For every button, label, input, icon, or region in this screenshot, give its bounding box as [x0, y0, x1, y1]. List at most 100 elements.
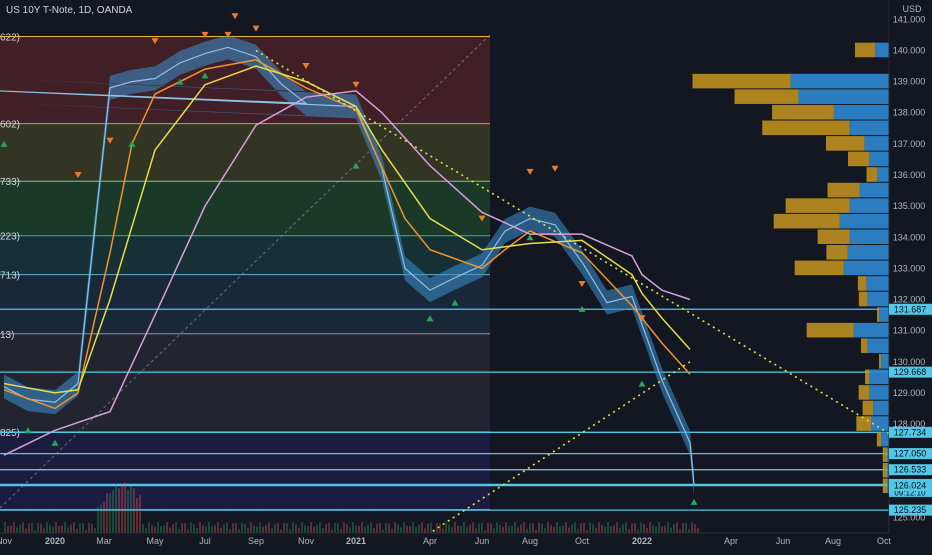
- volume-bar: [106, 492, 108, 533]
- volume-profile-up: [869, 385, 889, 400]
- volume-bar: [331, 529, 333, 533]
- volume-bar: [313, 526, 315, 533]
- volume-bar: [655, 526, 657, 533]
- volume-bar: [46, 522, 48, 533]
- price-tag-label: 127.734: [894, 427, 927, 437]
- price-tag-label: 125.235: [894, 505, 927, 515]
- volume-bar: [661, 526, 663, 533]
- volume-bar: [271, 527, 273, 533]
- fib-zone: [0, 123, 490, 182]
- volume-bar: [394, 522, 396, 533]
- volume-bar: [499, 524, 501, 533]
- volume-bar: [316, 524, 318, 533]
- volume-bar: [10, 525, 12, 533]
- volume-bar: [112, 489, 114, 533]
- volume-bar: [379, 522, 381, 533]
- volume-bar: [694, 524, 696, 533]
- volume-bar: [148, 522, 150, 533]
- volume-profile-up: [873, 400, 889, 416]
- y-tick-label: 133.000: [893, 263, 926, 273]
- chart-svg[interactable]: 622) 602) 733) 223) 713) 13) 825) USD141.000 140…: [0, 0, 932, 550]
- volume-profile-up: [859, 182, 889, 198]
- volume-bar: [250, 522, 252, 533]
- x-tick-label: Aug: [522, 536, 538, 546]
- volume-bar: [652, 525, 654, 533]
- volume-bar: [496, 522, 498, 533]
- volume-bar: [679, 529, 681, 533]
- volume-bar: [277, 522, 279, 533]
- x-tick-label: May: [146, 536, 164, 546]
- volume-bar: [658, 522, 660, 533]
- volume-bar: [22, 522, 24, 533]
- volume-bar: [676, 522, 678, 533]
- volume-bar: [616, 522, 618, 533]
- volume-bar: [16, 527, 18, 533]
- volume-bar: [439, 523, 441, 533]
- volume-bar: [475, 528, 477, 533]
- x-tick-label: Nov: [0, 536, 12, 546]
- x-tick-label: Sep: [248, 536, 264, 546]
- volume-profile-up: [849, 120, 889, 136]
- volume-bar: [553, 526, 555, 533]
- volume-bar: [130, 486, 132, 533]
- volume-bar: [589, 522, 591, 533]
- volume-bar: [538, 522, 540, 533]
- volume-profile-up: [833, 104, 889, 120]
- volume-bar: [400, 527, 402, 533]
- volume-bar: [355, 525, 357, 533]
- fib-label: 713): [0, 271, 20, 282]
- x-tick-label: Jun: [475, 536, 490, 546]
- volume-bar: [193, 524, 195, 533]
- chart-root[interactable]: 622) 602) 733) 223) 713) 13) 825) USD 141.000 140…: [0, 0, 932, 550]
- volume-bar: [520, 524, 522, 533]
- volume-profile-up: [798, 89, 889, 104]
- volume-bar: [646, 527, 648, 533]
- x-tick-label: 2020: [45, 536, 65, 546]
- volume-profile-down: [692, 73, 791, 89]
- volume-bar: [244, 524, 246, 533]
- volume-bar: [451, 527, 453, 533]
- volume-bar: [430, 522, 432, 533]
- volume-profile-up: [879, 307, 889, 322]
- volume-bar: [217, 522, 219, 533]
- volume-bar: [283, 523, 285, 533]
- volume-bar: [643, 523, 645, 533]
- volume-bar: [445, 522, 447, 533]
- x-tick-label: Oct: [575, 536, 590, 546]
- volume-bar: [100, 504, 102, 533]
- volume-bar: [340, 528, 342, 533]
- fib-zone: [0, 181, 490, 236]
- volume-bar: [103, 501, 105, 533]
- fib-label: 825): [0, 428, 20, 439]
- price-tag-label: 126.533: [894, 465, 927, 475]
- volume-bar: [358, 526, 360, 533]
- volume-bar: [460, 525, 462, 533]
- volume-bar: [304, 525, 306, 533]
- volume-bar: [562, 525, 564, 533]
- volume-bar: [289, 529, 291, 533]
- volume-bar: [442, 528, 444, 533]
- volume-bar: [292, 522, 294, 533]
- volume-bar: [7, 525, 9, 533]
- x-tick-label: 2021: [346, 536, 366, 546]
- volume-profile-down: [856, 416, 872, 431]
- volume-bar: [145, 528, 147, 533]
- down-marker: [526, 168, 534, 175]
- volume-bar: [424, 528, 426, 533]
- down-marker: [551, 165, 559, 172]
- x-tick-label: Jun: [776, 536, 791, 546]
- volume-bar: [220, 527, 222, 533]
- x-tick-label: Aug: [825, 536, 841, 546]
- volume-profile-down: [862, 400, 874, 416]
- volume-bar: [502, 526, 504, 533]
- volume-profile-up: [867, 291, 889, 307]
- volume-bar: [328, 522, 330, 533]
- volume-bar: [613, 525, 615, 533]
- volume-bar: [493, 528, 495, 533]
- volume-bar: [97, 507, 99, 533]
- volume-profile-down: [794, 260, 844, 276]
- volume-bar: [598, 522, 600, 533]
- volume-bar: [523, 522, 525, 533]
- up-marker: [638, 380, 646, 387]
- volume-bar: [529, 523, 531, 533]
